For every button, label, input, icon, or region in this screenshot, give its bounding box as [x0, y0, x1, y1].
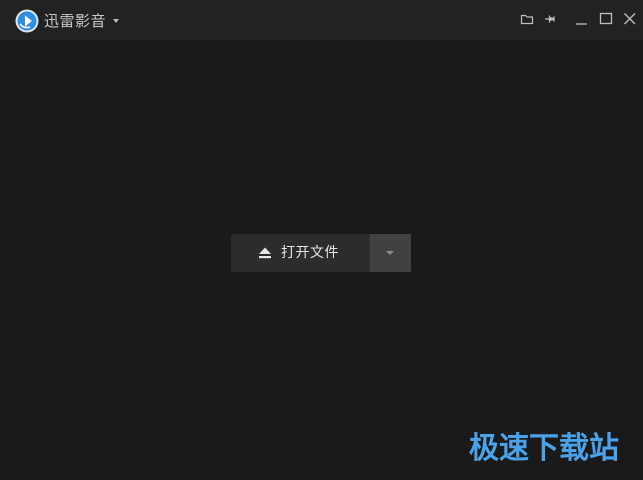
caret-down-icon [386, 251, 394, 255]
folder-icon[interactable] [519, 11, 535, 27]
watermark-text: 极速下载站 [469, 431, 619, 466]
open-file-group: 打开文件 [231, 234, 411, 272]
app-title[interactable]: 迅雷影音 [44, 11, 106, 31]
player-window: 迅雷影音 打开文件 极速下载站 [0, 0, 643, 480]
eject-icon [259, 247, 271, 259]
open-file-button[interactable]: 打开文件 [231, 234, 370, 272]
title-bar[interactable]: 迅雷影音 [0, 0, 643, 40]
app-logo-icon[interactable] [15, 9, 39, 33]
caret-down-icon[interactable] [113, 19, 119, 23]
minimize-icon[interactable] [574, 11, 590, 27]
pin-icon[interactable] [543, 11, 559, 27]
close-icon[interactable] [622, 11, 638, 27]
open-file-label: 打开文件 [281, 245, 339, 261]
maximize-icon[interactable] [598, 11, 614, 27]
open-file-dropdown-button[interactable] [370, 234, 411, 272]
